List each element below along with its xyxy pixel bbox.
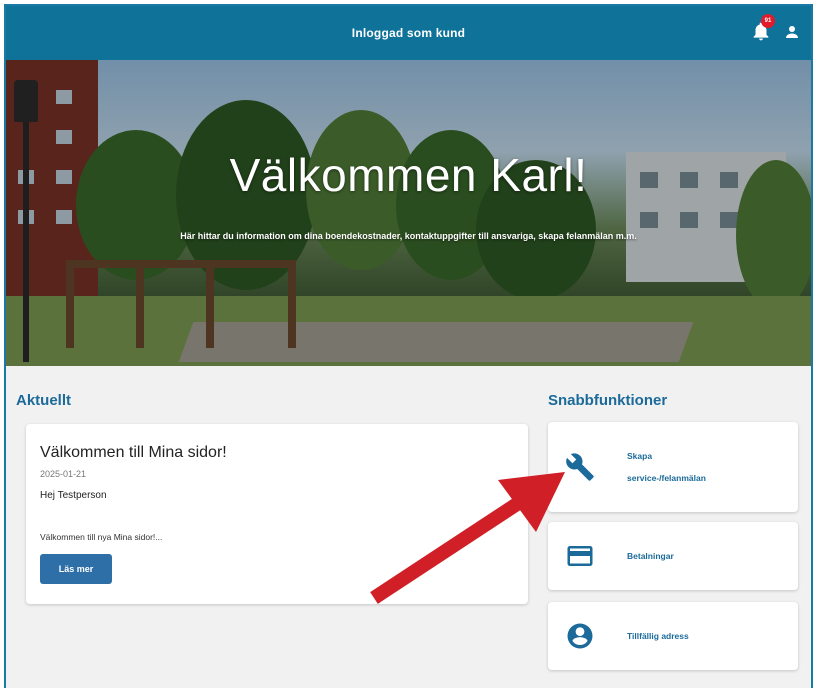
quick-functions-heading: Snabbfunktioner	[548, 392, 668, 409]
notifications-button[interactable]: 91	[751, 14, 775, 42]
hero-banner: Välkommen Karl! Här hittar du informatio…	[6, 60, 811, 366]
welcome-subtitle: Här hittar du information om dina boende…	[180, 231, 637, 241]
news-section-heading: Aktuellt	[16, 392, 72, 409]
quick-temporary-address[interactable]: Tillfällig adress	[548, 602, 798, 670]
account-circle-icon	[565, 621, 595, 651]
quick-create-service-request-label: Skapa service-/felanmälan	[627, 451, 706, 483]
welcome-heading: Välkommen Karl!	[229, 149, 588, 201]
news-date: 2025-01-21	[40, 469, 87, 479]
quick-temporary-address-label: Tillfällig adress	[627, 631, 689, 641]
top-bar: Inloggad som kund 91	[6, 6, 811, 60]
quick-create-service-request[interactable]: Skapa service-/felanmälan	[548, 422, 798, 512]
quick-payments[interactable]: Betalningar	[548, 522, 798, 590]
news-greeting: Hej Testperson	[40, 490, 107, 501]
notification-badge: 91	[761, 14, 775, 28]
user-icon[interactable]	[783, 23, 801, 41]
read-more-button[interactable]: Läs mer	[40, 554, 112, 584]
news-card: Välkommen till Mina sidor! 2025-01-21 He…	[26, 424, 528, 604]
news-excerpt: Välkommen till nya Mina sidor!...	[40, 532, 163, 542]
top-bar-actions: 91	[751, 14, 801, 42]
news-title: Välkommen till Mina sidor!	[40, 444, 227, 461]
app-frame: Inloggad som kund 91 Välkommen Karl! Här…	[4, 4, 813, 688]
credit-card-icon	[565, 541, 595, 571]
quick-payments-label: Betalningar	[627, 551, 674, 561]
login-status-title: Inloggad som kund	[351, 26, 466, 40]
wrench-icon	[565, 452, 595, 482]
